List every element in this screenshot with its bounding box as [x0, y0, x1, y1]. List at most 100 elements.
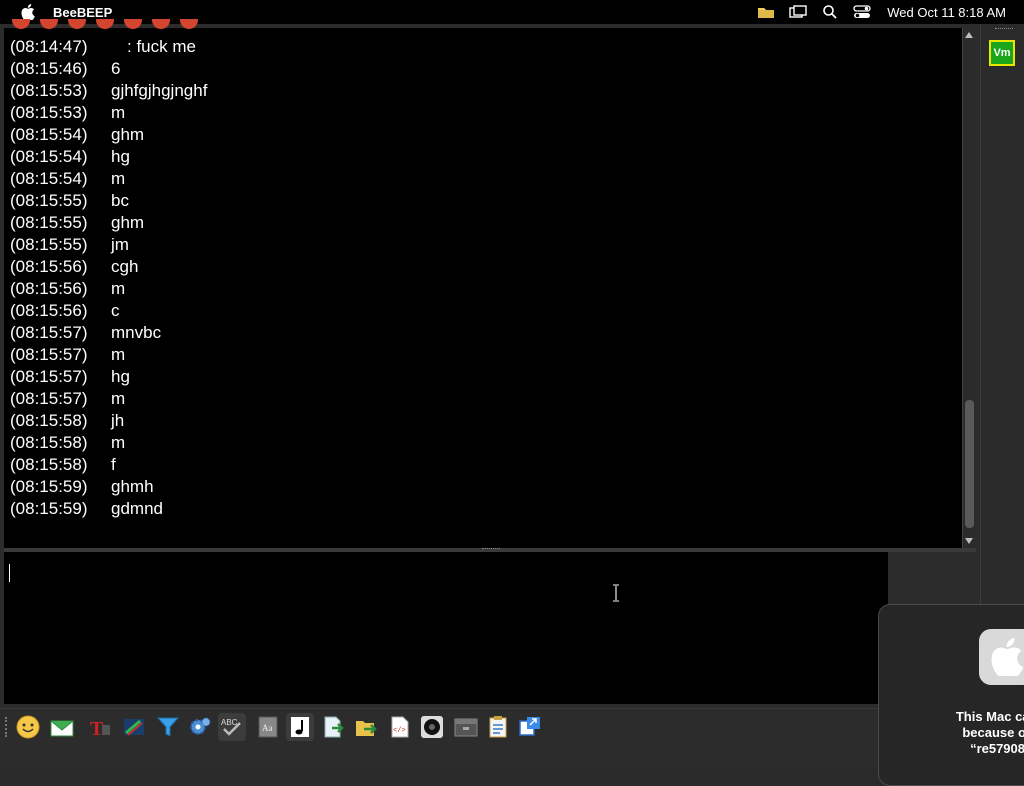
message-timestamp: (08:15:57) [10, 345, 88, 364]
message-text: ghm [111, 213, 145, 232]
text-format-icon[interactable]: T [86, 713, 114, 741]
message-timestamp: (08:15:59) [10, 477, 88, 496]
chat-message-row: (08:14:47): fuck me [4, 36, 962, 58]
chat-message-row: (08:15:59) gdmnd [4, 498, 962, 520]
chat-message-row: (08:15:53) gjhfgjhgjnghf [4, 80, 962, 102]
message-text: ghm [111, 125, 145, 144]
message-text: m [111, 389, 126, 408]
window-button[interactable] [96, 19, 114, 29]
message-timestamp: (08:15:59) [10, 499, 88, 518]
message-timestamp: (08:15:57) [10, 367, 88, 386]
user-list-panel: Vm [980, 24, 1024, 604]
message-text: m [111, 279, 126, 298]
message-text: hg [111, 367, 130, 386]
message-timestamp: (08:15:55) [10, 213, 88, 232]
send-mail-icon[interactable] [48, 713, 76, 741]
control-center-icon[interactable] [853, 4, 871, 20]
message-text: m [111, 169, 126, 188]
message-timestamp: (08:15:54) [10, 125, 88, 144]
panel-grip-icon[interactable] [995, 28, 1013, 32]
chat-message-row: (08:15:55) ghm [4, 212, 962, 234]
zoom-button[interactable] [68, 19, 86, 29]
color-palette-icon[interactable] [120, 713, 148, 741]
search-icon[interactable] [821, 4, 839, 20]
message-text: hg [111, 147, 130, 166]
share-icon[interactable] [516, 713, 544, 741]
window-button[interactable] [180, 19, 198, 29]
window-controls [12, 19, 198, 31]
chat-message-row: (08:15:56) m [4, 278, 962, 300]
send-file-icon[interactable] [320, 713, 348, 741]
chat-message-row: (08:15:54) ghm [4, 124, 962, 146]
message-timestamp: (08:15:53) [10, 103, 88, 122]
message-timestamp: (08:15:54) [10, 147, 88, 166]
message-text: m [111, 433, 126, 452]
chat-message-row: (08:15:46) 6 [4, 58, 962, 80]
message-timestamp: (08:15:58) [10, 455, 88, 474]
system-notification[interactable]: This Mac can’t con because of a pro “re5… [878, 604, 1024, 786]
scroll-up-icon[interactable] [965, 32, 973, 38]
user-avatar-badge[interactable]: Vm [989, 40, 1015, 66]
message-text: f [111, 455, 116, 474]
apple-logo-icon [979, 629, 1024, 685]
emoji-icon[interactable] [14, 713, 42, 741]
message-timestamp: (08:15:57) [10, 323, 88, 342]
chat-message-row: (08:15:56) cgh [4, 256, 962, 278]
notification-line: This Mac can’t con [955, 709, 1024, 724]
chat-message-row: (08:15:57) m [4, 388, 962, 410]
svg-text:Aa: Aa [262, 723, 273, 733]
chat-message-row: (08:15:56) c [4, 300, 962, 322]
message-timestamp: (08:15:55) [10, 235, 88, 254]
chat-scrollbar[interactable] [962, 28, 976, 548]
settings-gear-icon[interactable] [186, 713, 214, 741]
screenshot-icon[interactable] [418, 713, 446, 741]
close-button[interactable] [12, 19, 30, 29]
message-input[interactable] [4, 552, 888, 704]
message-text: cgh [111, 257, 139, 276]
chat-message-row: (08:15:53) m [4, 102, 962, 124]
chat-message-row: (08:15:54) m [4, 168, 962, 190]
message-timestamp: (08:15:53) [10, 81, 88, 100]
apple-icon[interactable] [20, 4, 36, 20]
toolbar-grip-icon[interactable] [5, 717, 10, 737]
message-list: (08:14:47): fuck me (08:15:46) 6 (08:15:53)… [4, 28, 962, 520]
message-text: bc [111, 191, 129, 210]
app-name-menu[interactable]: BeeBEEP [53, 5, 112, 20]
message-text: 6 [111, 59, 121, 78]
font-icon[interactable]: Aa [254, 713, 282, 741]
chat-message-row: (08:15:57) m [4, 344, 962, 366]
minimize-button[interactable] [40, 19, 58, 29]
window-button[interactable] [152, 19, 170, 29]
chat-message-row: (08:15:58) jh [4, 410, 962, 432]
chat-message-row: (08:15:58) m [4, 432, 962, 454]
folder-icon[interactable] [757, 4, 775, 20]
scroll-thumb[interactable] [965, 400, 974, 528]
clipboard-icon[interactable] [484, 713, 512, 741]
screen-mirror-icon[interactable] [789, 4, 807, 20]
menu-clock[interactable]: Wed Oct 11 8:18 AM [887, 5, 1006, 20]
scroll-down-icon[interactable] [965, 538, 973, 544]
chat-history[interactable]: (08:14:47): fuck me (08:15:46) 6 (08:15:53)… [4, 28, 962, 548]
message-text: gdmnd [111, 499, 163, 518]
chat-message-row: (08:15:57) hg [4, 366, 962, 388]
code-icon[interactable]: </> [386, 713, 414, 741]
spellcheck-icon[interactable]: ABC [218, 713, 246, 741]
window-button[interactable] [124, 19, 142, 29]
message-text: m [111, 345, 126, 364]
music-note-icon[interactable] [286, 713, 314, 741]
message-timestamp: (08:15:54) [10, 169, 88, 188]
message-timestamp: (08:15:55) [10, 191, 88, 210]
chat-message-row: (08:15:59) ghmh [4, 476, 962, 498]
chat-message-row: (08:15:55) bc [4, 190, 962, 212]
filter-icon[interactable] [154, 713, 182, 741]
notification-line: “re579082@gr [970, 741, 1024, 756]
chat-toolbar: T ABC Aa </> [0, 708, 878, 745]
ibeam-cursor-icon [613, 584, 619, 602]
send-folder-icon[interactable] [352, 713, 380, 741]
message-text: ghmh [111, 477, 154, 496]
archive-icon[interactable] [452, 713, 480, 741]
message-text: m [111, 103, 126, 122]
svg-text:ABC: ABC [221, 718, 238, 727]
message-timestamp: (08:14:47) [10, 37, 88, 56]
message-text: jh [111, 411, 125, 430]
